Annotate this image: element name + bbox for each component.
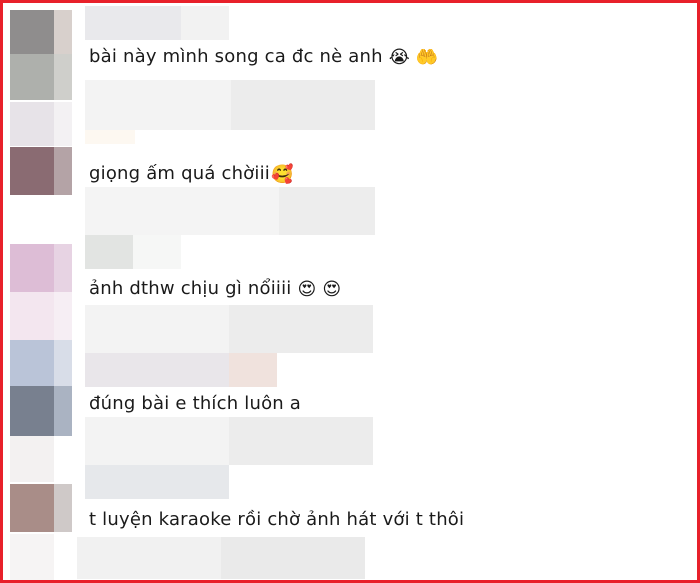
avatar bbox=[10, 436, 54, 482]
blurred-username bbox=[229, 353, 277, 387]
avatar bbox=[10, 340, 54, 386]
blurred-username bbox=[181, 6, 229, 40]
comment-body: ảnh dthw chịu gì nổiiii bbox=[89, 278, 292, 299]
avatar bbox=[10, 534, 54, 580]
blurred-username bbox=[85, 353, 229, 387]
crying-hands-emoji-icon: 😭 🤲 bbox=[388, 47, 439, 68]
comment-body: t luyện karaoke rồi chờ ảnh hát với t th… bbox=[89, 509, 465, 530]
avatar bbox=[10, 292, 54, 340]
comment-text: bài này mình song ca đc nè anh 😭 🤲 bbox=[89, 46, 439, 69]
blurred-username bbox=[133, 235, 181, 269]
comment-body: đúng bài e thích luôn a bbox=[89, 393, 302, 414]
avatar bbox=[10, 54, 54, 100]
avatar bbox=[10, 147, 54, 195]
blurred-username bbox=[85, 465, 229, 499]
comment-text: ảnh dthw chịu gì nổiiii 😍 😍 bbox=[89, 278, 341, 301]
comment-text: đúng bài e thích luôn a bbox=[89, 393, 301, 415]
avatar bbox=[54, 386, 72, 436]
avatar bbox=[54, 340, 72, 386]
blurred-username bbox=[85, 6, 181, 40]
blurred-meta bbox=[279, 187, 375, 235]
blurred-meta bbox=[229, 417, 373, 465]
smiling-hearts-emoji-icon: 🥰 bbox=[271, 164, 294, 185]
comment-body: giọng ấm quá chờiii bbox=[89, 163, 270, 184]
avatar bbox=[54, 244, 72, 292]
blurred-username bbox=[85, 235, 133, 269]
avatar bbox=[10, 244, 54, 292]
comment-text: giọng ấm quá chờiii🥰 bbox=[89, 163, 294, 186]
avatar bbox=[54, 147, 72, 195]
screenshot-frame: bài này mình song ca đc nè anh 😭 🤲 giọng … bbox=[0, 0, 700, 583]
blurred-meta bbox=[85, 130, 135, 144]
comment-text: t luyện karaoke rồi chờ ảnh hát với t th… bbox=[89, 509, 464, 531]
avatar bbox=[54, 54, 72, 100]
avatar bbox=[10, 386, 54, 436]
avatar bbox=[54, 102, 72, 146]
avatar bbox=[54, 10, 72, 54]
avatar bbox=[54, 484, 72, 532]
blurred-meta bbox=[231, 80, 375, 130]
blurred-meta bbox=[229, 305, 373, 353]
comment-body: bài này mình song ca đc nè anh bbox=[89, 46, 383, 67]
avatar bbox=[10, 484, 54, 532]
avatar-column bbox=[6, 6, 72, 583]
blurred-meta bbox=[221, 537, 365, 579]
avatar bbox=[10, 10, 54, 54]
avatar bbox=[10, 102, 54, 146]
heart-eyes-emoji-icon: 😍 😍 bbox=[297, 279, 342, 300]
avatar bbox=[54, 292, 72, 340]
